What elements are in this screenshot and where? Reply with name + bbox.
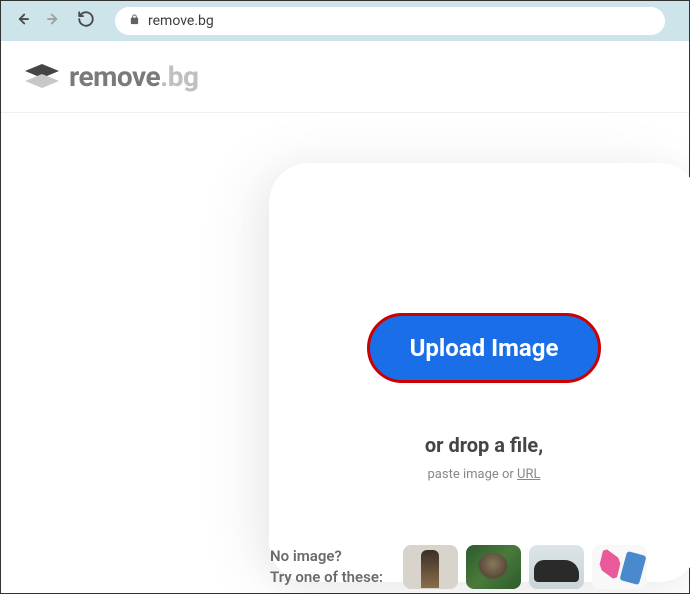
main-content: Upload Image or drop a file, paste image… — [1, 113, 689, 582]
reload-button[interactable] — [77, 10, 95, 33]
sample-thumb-3[interactable] — [529, 545, 584, 589]
back-button[interactable] — [13, 9, 31, 33]
browser-toolbar: remove.bg — [1, 1, 689, 41]
sample-thumb-1[interactable] — [403, 545, 458, 589]
sample-thumb-4[interactable] — [592, 545, 647, 589]
lock-icon — [129, 14, 140, 28]
logo-text: remove.bg — [69, 60, 198, 93]
site-header: remove.bg — [1, 41, 689, 113]
url-text: remove.bg — [148, 13, 214, 29]
logo[interactable]: remove.bg — [25, 60, 198, 93]
logo-icon — [25, 64, 59, 90]
upload-image-button[interactable]: Upload Image — [367, 313, 602, 383]
sample-thumb-2[interactable] — [466, 545, 521, 589]
paste-text: paste image or URL — [309, 467, 659, 482]
no-image-text: No image? Try one of these: — [270, 546, 383, 588]
address-bar[interactable]: remove.bg — [115, 7, 665, 35]
sample-section: No image? Try one of these: — [270, 545, 690, 594]
drop-file-text: or drop a file, — [309, 433, 659, 457]
upload-card[interactable]: Upload Image or drop a file, paste image… — [269, 163, 690, 582]
sample-thumbnails — [403, 545, 647, 589]
paste-url-link[interactable]: URL — [517, 467, 540, 482]
forward-button[interactable] — [45, 9, 63, 33]
